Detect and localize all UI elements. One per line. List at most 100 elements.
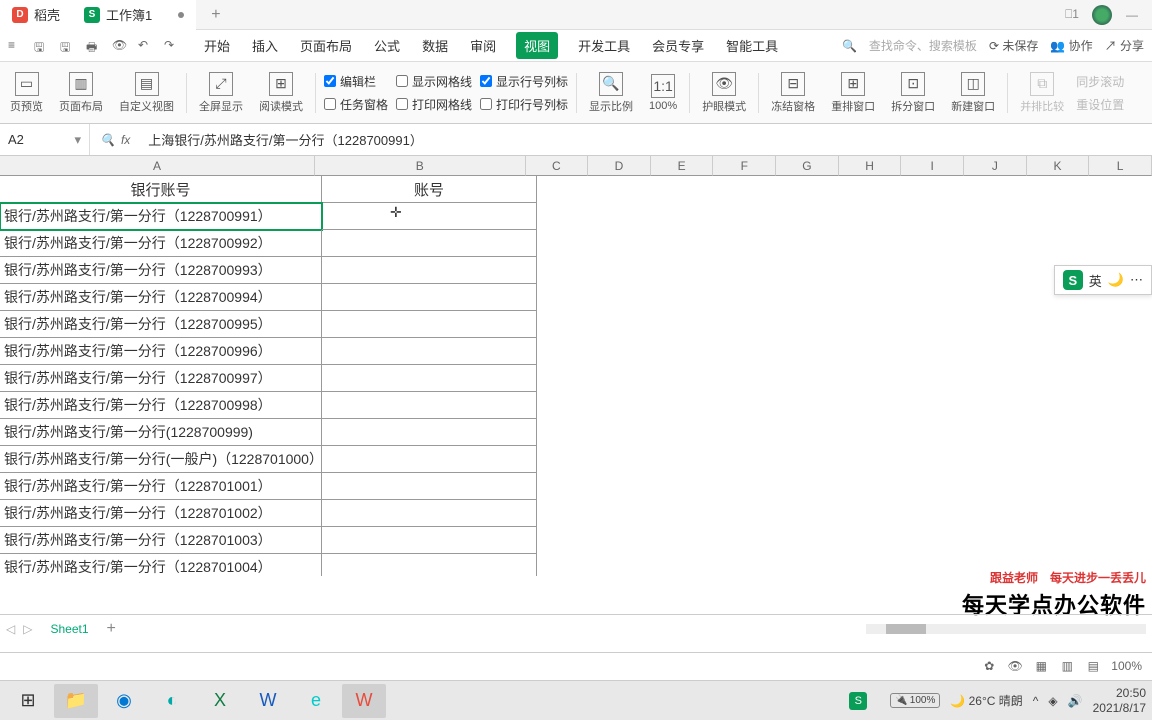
collab-button[interactable]: 👥 协作 (1050, 37, 1092, 54)
check-显示网格线[interactable]: 显示网格线 (396, 73, 472, 90)
col-header-D[interactable]: D (588, 156, 651, 176)
window-number-icon[interactable]: ⎕1 (1062, 5, 1082, 25)
menu-智能工具[interactable]: 智能工具 (724, 32, 780, 59)
header-cell-b[interactable]: 账号 (322, 176, 537, 203)
fx-icon[interactable]: fx (121, 133, 130, 147)
menu-视图[interactable]: 视图 (516, 32, 558, 59)
cell-a4[interactable]: 银行/苏州路支行/第一分行（1228700993） (0, 257, 322, 284)
explorer-icon[interactable]: 📁 (54, 684, 98, 718)
cell-a12[interactable]: 银行/苏州路支行/第一分行（1228701001） (0, 473, 322, 500)
settings-icon[interactable]: ✿ (981, 658, 997, 674)
cell-a15[interactable]: 银行/苏州路支行/第一分行（1228701004） (0, 554, 322, 576)
col-header-J[interactable]: J (964, 156, 1027, 176)
zoom-level[interactable]: 100% (1111, 659, 1142, 673)
cell-b11[interactable] (322, 446, 537, 473)
name-box[interactable]: A2▾ (0, 124, 90, 155)
sheet-next-button[interactable]: ▷ (23, 622, 32, 636)
cell-b12[interactable] (322, 473, 537, 500)
menu-公式[interactable]: 公式 (372, 32, 402, 59)
cell-a2[interactable]: 银行/苏州路支行/第一分行（1228700991） (0, 203, 322, 230)
view-normal-icon[interactable]: ▦ (1033, 658, 1049, 674)
custom-view-button[interactable]: ▤自定义视图 (115, 70, 178, 116)
new-tab-button[interactable]: + (196, 6, 235, 24)
tab-daoke[interactable]: D 稻壳 (0, 0, 72, 30)
col-header-C[interactable]: C (526, 156, 589, 176)
print-icon[interactable]: 🖶 (86, 38, 102, 54)
avatar[interactable] (1092, 5, 1112, 25)
save-as-icon[interactable]: 🖫 (60, 38, 76, 54)
menu-插入[interactable]: 插入 (250, 32, 280, 59)
menu-会员专享[interactable]: 会员专享 (650, 32, 706, 59)
col-header-K[interactable]: K (1027, 156, 1090, 176)
search-input[interactable]: 查找命令、搜索模板 (869, 37, 977, 54)
cell-a6[interactable]: 银行/苏州路支行/第一分行（1228700995） (0, 311, 322, 338)
save-icon[interactable]: 🖫 (34, 38, 50, 54)
compare-button[interactable]: ⧉并排比较 (1016, 70, 1068, 116)
zoom-100-button[interactable]: 1:1100% (645, 72, 681, 114)
clock[interactable]: 20:50 2021/8/17 (1093, 686, 1146, 715)
reading-mode-button[interactable]: ⊞阅读模式 (255, 70, 307, 116)
cell-a3[interactable]: 银行/苏州路支行/第一分行（1228700992） (0, 230, 322, 257)
cell-b14[interactable] (322, 527, 537, 554)
zoom-button[interactable]: 🔍显示比例 (585, 70, 637, 116)
new-window-button[interactable]: ◫新建窗口 (947, 70, 999, 116)
page-layout-button[interactable]: ▥页面布局 (55, 70, 107, 116)
redo-icon[interactable]: ↷ (164, 38, 180, 54)
cell-a14[interactable]: 银行/苏州路支行/第一分行（1228701003） (0, 527, 322, 554)
sheet-prev-button[interactable]: ◁ (6, 622, 15, 636)
col-header-G[interactable]: G (776, 156, 839, 176)
cell-b4[interactable] (322, 257, 537, 284)
view-page-icon[interactable]: ▥ (1059, 658, 1075, 674)
menu-开发工具[interactable]: 开发工具 (576, 32, 632, 59)
freeze-panes-button[interactable]: ⊟冻结窗格 (767, 70, 819, 116)
cell-b15[interactable] (322, 554, 537, 576)
menu-数据[interactable]: 数据 (420, 32, 450, 59)
menu-审阅[interactable]: 审阅 (468, 32, 498, 59)
arrange-windows-button[interactable]: ⊞重排窗口 (827, 70, 879, 116)
check-打印网格线[interactable]: 打印网格线 (396, 96, 472, 113)
unsaved-button[interactable]: ⟳ 未保存 (989, 37, 1038, 54)
col-header-I[interactable]: I (901, 156, 964, 176)
battery-icon[interactable]: 🔌 100% (890, 693, 940, 708)
edge-icon[interactable]: ◉ (102, 684, 146, 718)
col-header-H[interactable]: H (839, 156, 902, 176)
taskview-icon[interactable]: ⊞ (6, 684, 50, 718)
sogou-tray-icon[interactable]: S (836, 684, 880, 718)
tray-up-icon[interactable]: ^ (1033, 694, 1039, 708)
cell-a11[interactable]: 银行/苏州路支行/第一分行(一般户)（1228701000） (0, 446, 322, 473)
browser-icon[interactable]: e (294, 684, 338, 718)
search-fx-icon[interactable]: 🔍 (100, 133, 115, 147)
col-header-E[interactable]: E (651, 156, 714, 176)
formula-input[interactable]: 上海银行/苏州路支行/第一分行（1228700991） (140, 130, 1152, 149)
ime-floating-bar[interactable]: S 英 🌙 ⋯ (1054, 265, 1152, 295)
cell-a7[interactable]: 银行/苏州路支行/第一分行（1228700996） (0, 338, 322, 365)
menu-页面布局[interactable]: 页面布局 (298, 32, 354, 59)
share-button[interactable]: ↗ 分享 (1105, 37, 1144, 54)
cell-b9[interactable] (322, 392, 537, 419)
cell-b8[interactable] (322, 365, 537, 392)
cell-b10[interactable] (322, 419, 537, 446)
page-preview-button[interactable]: ▭页预览 (6, 70, 47, 116)
check-打印行号列标[interactable]: 打印行号列标 (480, 96, 568, 113)
weather[interactable]: 🌙 26°C 晴朗 (950, 692, 1022, 709)
cell-a10[interactable]: 银行/苏州路支行/第一分行(1228700999) (0, 419, 322, 446)
col-header-L[interactable]: L (1089, 156, 1152, 176)
menu-icon[interactable]: ≡ (8, 38, 24, 54)
header-cell-a[interactable]: 银行账号 (0, 176, 322, 203)
preview-icon[interactable]: 👁 (112, 38, 128, 54)
cell-b13[interactable] (322, 500, 537, 527)
col-header-A[interactable]: A (0, 156, 315, 176)
col-header-B[interactable]: B (315, 156, 525, 176)
excel-icon[interactable]: X (198, 684, 242, 718)
view-break-icon[interactable]: ▤ (1085, 658, 1101, 674)
add-sheet-button[interactable]: + (107, 620, 116, 638)
minimize-icon[interactable]: — (1122, 5, 1142, 25)
check-编辑栏[interactable]: 编辑栏 (324, 73, 388, 90)
eye-icon[interactable]: 👁 (1007, 658, 1023, 674)
fullscreen-button[interactable]: ⤢全屏显示 (195, 70, 247, 116)
sheet-tab[interactable]: Sheet1 (40, 618, 98, 640)
horizontal-scrollbar[interactable] (866, 624, 1146, 634)
cell-a5[interactable]: 银行/苏州路支行/第一分行（1228700994） (0, 284, 322, 311)
cell-a13[interactable]: 银行/苏州路支行/第一分行（1228701002） (0, 500, 322, 527)
cell-b3[interactable] (322, 230, 537, 257)
